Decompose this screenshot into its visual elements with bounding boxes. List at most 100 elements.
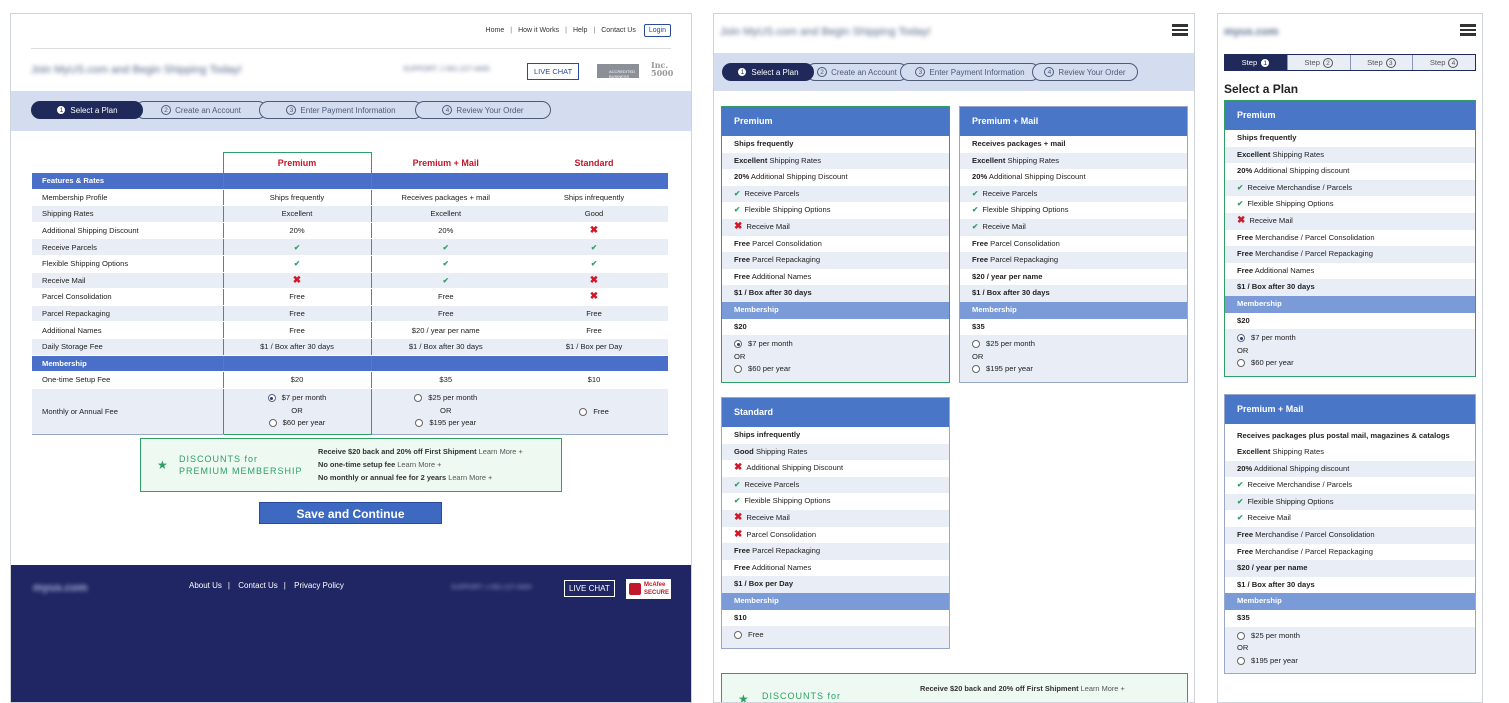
learn-more-link[interactable]: Learn More + [479, 447, 523, 456]
plan-feature-row: $1 / Box after 30 days [1225, 279, 1475, 296]
learn-more-link[interactable]: Learn More + [1081, 684, 1125, 693]
plan-feature-row: ✔ Flexible Shipping Options [1237, 199, 1334, 209]
login-button[interactable]: Login [643, 24, 671, 37]
plan-card-premium[interactable]: Premium Ships frequently Excellent Shippi… [1224, 100, 1476, 377]
feature-row: Receive Parcels ✔ ✔ ✔ [32, 238, 668, 256]
tab-step-1[interactable]: Step 1 [1225, 55, 1288, 70]
plan-feature-row: Excellent Shipping Rates [1225, 146, 1475, 164]
shield-icon [629, 583, 641, 595]
menu-icon[interactable] [1172, 24, 1188, 36]
feature-label: Additional Shipping Discount [32, 222, 223, 240]
footer-live-chat-button[interactable]: LIVE CHAT [564, 580, 615, 597]
live-chat-button[interactable]: LIVE CHAT [527, 63, 580, 80]
contact-link[interactable]: Contact Us [238, 581, 278, 590]
plan-feature-row: Free Parcel Repackaging [960, 252, 1187, 269]
plan-card-premium[interactable]: Premium Ships frequently Excellent Shippi… [721, 106, 950, 383]
fee-radio[interactable] [972, 365, 980, 374]
step-4[interactable]: 4 Review Your Order [1032, 63, 1138, 81]
plan-feature-row: Receives packages + mail [972, 139, 1066, 148]
fee-radio[interactable] [734, 631, 742, 640]
feature-row: Flexible Shipping Options ✔ ✔ ✔ [32, 255, 668, 273]
step-3[interactable]: 3 Enter Payment Information [259, 101, 423, 119]
plan-title-premium-mail: Premium + Mail [371, 152, 520, 173]
fee-radio[interactable] [734, 340, 742, 349]
top-nav: Home | How it Works | Help | Contact Us Log… [486, 24, 671, 37]
plan-feature-row: $1 / Box after 30 days [722, 285, 949, 302]
fee-radio[interactable] [1237, 359, 1245, 368]
privacy-link[interactable]: Privacy Policy [294, 581, 344, 590]
step-2[interactable]: 2 Create an Account [135, 101, 267, 119]
mobile-view: myus.com Step 1 Step 2 Step 3 Step 4 Select … [1217, 13, 1483, 703]
nav-help-link[interactable]: Help [573, 27, 587, 34]
radio-premium-mail-annual[interactable] [415, 419, 424, 428]
feature-value: Good [584, 209, 604, 219]
radio-premium-annual[interactable] [268, 419, 277, 428]
step-1[interactable]: 1 Select a Plan [31, 101, 143, 119]
fee-options: Free [722, 626, 949, 648]
feature-value: Receives packages + mail [401, 192, 490, 202]
step-tabs: Step 1 Step 2 Step 3 Step 4 [1224, 54, 1476, 71]
nav-home-link[interactable]: Home [486, 27, 505, 34]
plan-feature-row: 20% Additional Shipping Discount [734, 172, 848, 182]
plan-feature-row: ✔ Receive Merchandise / Parcels [1225, 179, 1475, 197]
fee-radio[interactable] [972, 340, 980, 349]
x-icon: ✖ [734, 220, 743, 232]
fee-radio[interactable] [1237, 631, 1245, 640]
star-icon: ★ [157, 458, 168, 472]
feature-row: Additional Shipping Discount 20% 20% ✖ [32, 222, 668, 240]
tab-step-2[interactable]: Step 2 [1287, 55, 1351, 70]
radio-premium-mail-monthly[interactable] [414, 394, 423, 403]
feature-row: Parcel Consolidation Free Free ✖ [32, 288, 668, 306]
setup-fee-label: One-time Setup Fee [32, 371, 223, 389]
learn-more-link[interactable]: Learn More + [448, 473, 492, 482]
tab-step-3[interactable]: Step 3 [1350, 55, 1414, 70]
footer: myus.com About Us | Contact Us | Privacy P… [11, 565, 691, 702]
tablet-view: Join MyUS.com and Begin Shipping Today! … [713, 13, 1195, 703]
menu-icon[interactable] [1460, 24, 1476, 36]
fee-options: $25 per month OR $195 per year [960, 335, 1187, 382]
nav-contact-link[interactable]: Contact Us [601, 27, 636, 34]
plan-title-premium: Premium [222, 152, 372, 173]
feature-value: 20% [289, 226, 305, 236]
fee-radio[interactable] [734, 365, 742, 374]
step-1[interactable]: 1 Select a Plan [722, 63, 814, 81]
plan-feature-row: ✖ Receive Mail [722, 509, 949, 527]
radio-standard-free[interactable] [579, 407, 588, 416]
setup-fee: $35 [972, 321, 985, 331]
feature-label: Shipping Rates [32, 205, 223, 223]
plan-card-premium-mail[interactable]: Premium + Mail Receives packages + mail E… [959, 106, 1188, 383]
save-continue-button[interactable]: Save and Continue [259, 502, 442, 524]
step-3[interactable]: 3 Enter Payment Information [900, 63, 1040, 81]
nav-how-link[interactable]: How it Works [518, 27, 559, 34]
plan-card-standard[interactable]: Standard Ships infrequently Good Shipping… [721, 397, 950, 649]
divider [31, 48, 671, 49]
check-icon: ✔ [972, 221, 979, 231]
plan-feature-row: Ships frequently [1237, 133, 1297, 142]
feature-label: Membership Profile [32, 189, 223, 207]
plan-description: Receives packages plus postal mail, maga… [1237, 431, 1450, 440]
footer-support: SUPPORT: 1-561-227-4400 [451, 584, 532, 591]
feature-row: Membership Profile Ships frequently Receiv… [32, 189, 668, 207]
feature-row: Receive Mail ✖ ✔ ✖ [32, 272, 668, 290]
feature-value: $1 / Box after 30 days [260, 342, 334, 352]
setup-fee-standard: $10 [520, 371, 668, 389]
feature-label: Daily Storage Fee [32, 338, 223, 356]
step-4[interactable]: 4 Review Your Order [415, 101, 551, 119]
x-icon: ✖ [589, 225, 599, 237]
plan-card-premium-mail[interactable]: Premium + Mail Receives packages plus po… [1224, 394, 1476, 675]
tab-step-4[interactable]: Step 4 [1413, 55, 1475, 70]
feature-label: Flexible Shipping Options [32, 255, 223, 273]
step-2[interactable]: 2 Create an Account [806, 63, 908, 81]
setup-fee: $20 [1237, 315, 1250, 325]
check-icon: ✔ [590, 242, 598, 252]
plan-feature-row: ✔ Receive Mail [1237, 513, 1291, 523]
about-link[interactable]: About Us [189, 581, 222, 590]
setup-fee-premium: $20 [222, 371, 372, 389]
fee-radio[interactable] [1237, 656, 1245, 665]
plan-feature-row: 20% Additional Shipping discount [1225, 460, 1475, 478]
plan-feature-row: Excellent Shipping Rates [1237, 447, 1324, 456]
fee-radio[interactable] [1237, 334, 1245, 343]
learn-more-link[interactable]: Learn More + [397, 460, 441, 469]
radio-premium-monthly[interactable] [267, 394, 276, 403]
feature-value: Free [289, 309, 305, 319]
